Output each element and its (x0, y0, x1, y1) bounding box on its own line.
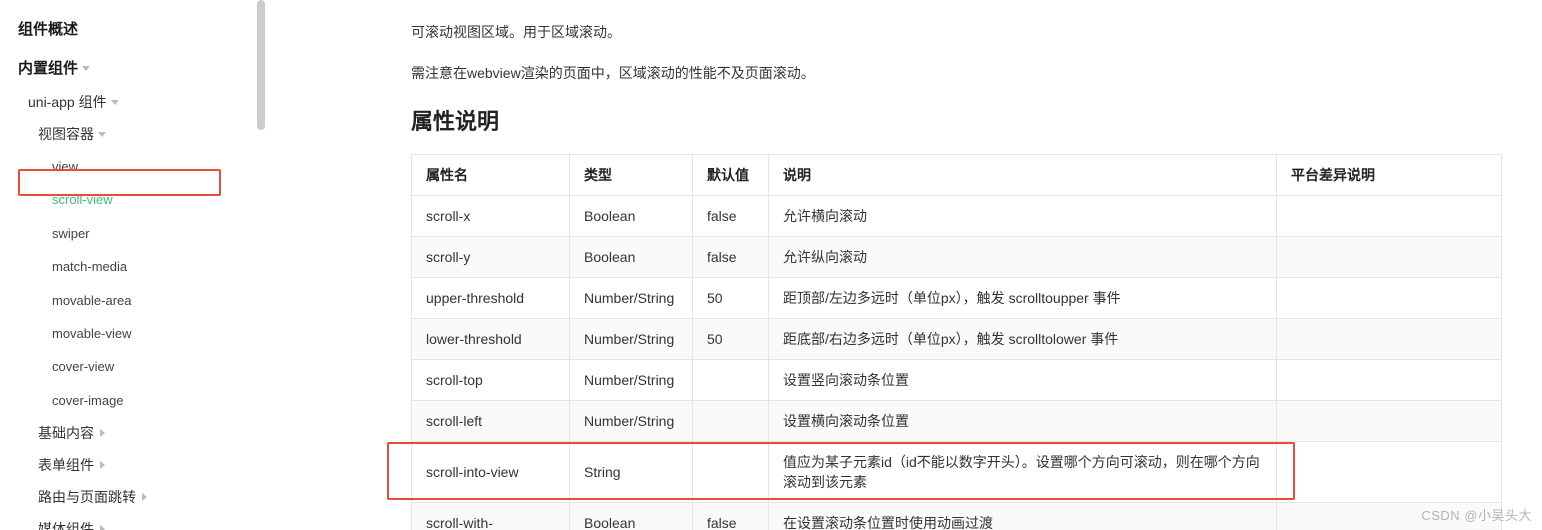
table-header-row: 属性名 类型 默认值 说明 平台差异说明 (412, 155, 1502, 196)
props-table: 属性名 类型 默认值 说明 平台差异说明 scroll-x Boolean fa… (411, 154, 1502, 530)
nav-item-swiper[interactable]: swiper (0, 217, 265, 250)
cell-name: upper-threshold (412, 278, 570, 319)
chevron-down-icon (82, 66, 90, 71)
cell-desc: 允许纵向滚动 (769, 237, 1277, 278)
sidebar-scrollbar[interactable] (257, 0, 265, 530)
table-row: scroll-x Boolean false 允许横向滚动 (412, 196, 1502, 237)
main-content: 可滚动视图区域。用于区域滚动。 需注意在webview渲染的页面中，区域滚动的性… (265, 0, 1542, 530)
cell-default (693, 360, 769, 401)
nav-group-uniapp[interactable]: uni-app 组件 (0, 86, 265, 118)
chevron-right-icon (100, 525, 105, 530)
cell-type: Boolean (570, 237, 693, 278)
cell-name: scroll-with- (412, 503, 570, 530)
cell-desc: 设置竖向滚动条位置 (769, 360, 1277, 401)
cell-platform (1277, 237, 1502, 278)
cell-name: lower-threshold (412, 319, 570, 360)
nav-group-basic[interactable]: 基础内容 (0, 417, 265, 449)
cell-platform (1277, 360, 1502, 401)
chevron-right-icon (100, 429, 105, 437)
nav-item-movable-view[interactable]: movable-view (0, 317, 265, 350)
cell-name: scroll-top (412, 360, 570, 401)
table-row: upper-threshold Number/String 50 距顶部/左边多… (412, 278, 1502, 319)
cell-desc: 在设置滚动条位置时使用动画过渡 (769, 503, 1277, 530)
th-type: 类型 (570, 155, 693, 196)
cell-default: 50 (693, 278, 769, 319)
nav-group-basic-label: 基础内容 (38, 423, 94, 443)
cell-platform (1277, 196, 1502, 237)
cell-type: Number/String (570, 278, 693, 319)
cell-desc: 距底部/右边多远时（单位px），触发 scrolltolower 事件 (769, 319, 1277, 360)
cell-name: scroll-x (412, 196, 570, 237)
cell-default: false (693, 503, 769, 530)
cell-type: Number/String (570, 360, 693, 401)
cell-name: scroll-left (412, 401, 570, 442)
nav-builtin-heading[interactable]: 内置组件 (0, 49, 265, 86)
sidebar: 组件概述 内置组件 uni-app 组件 视图容器 view scroll-vi… (0, 0, 265, 530)
cell-default: false (693, 237, 769, 278)
nav-group-form-label: 表单组件 (38, 455, 94, 475)
table-row: scroll-into-view String 值应为某子元素id（id不能以数… (412, 442, 1502, 503)
props-heading: 属性说明 (411, 104, 1502, 136)
nav-group-view-container-label: 视图容器 (38, 124, 94, 144)
cell-default (693, 401, 769, 442)
cell-platform (1277, 442, 1502, 503)
chevron-right-icon (100, 461, 105, 469)
th-platform: 平台差异说明 (1277, 155, 1502, 196)
cell-desc: 设置横向滚动条位置 (769, 401, 1277, 442)
cell-type: String (570, 442, 693, 503)
cell-desc: 允许横向滚动 (769, 196, 1277, 237)
nav-group-media[interactable]: 媒体组件 (0, 513, 265, 530)
nav-item-match-media[interactable]: match-media (0, 250, 265, 283)
nav-group-route-label: 路由与页面跳转 (38, 487, 136, 507)
nav-group-media-label: 媒体组件 (38, 519, 94, 530)
nav-builtin-label: 内置组件 (18, 57, 78, 78)
table-row: scroll-top Number/String 设置竖向滚动条位置 (412, 360, 1502, 401)
intro-paragraph-2: 需注意在webview渲染的页面中，区域滚动的性能不及页面滚动。 (411, 61, 1502, 86)
nav-item-cover-view[interactable]: cover-view (0, 350, 265, 383)
cell-default: 50 (693, 319, 769, 360)
th-default: 默认值 (693, 155, 769, 196)
cell-platform (1277, 319, 1502, 360)
nav-group-view-container[interactable]: 视图容器 (0, 118, 265, 150)
th-desc: 说明 (769, 155, 1277, 196)
nav-overview[interactable]: 组件概述 (0, 12, 265, 49)
chevron-right-icon (142, 493, 147, 501)
chevron-down-icon (98, 132, 106, 137)
cell-type: Number/String (570, 319, 693, 360)
cell-platform (1277, 401, 1502, 442)
table-row: lower-threshold Number/String 50 距底部/右边多… (412, 319, 1502, 360)
cell-platform (1277, 278, 1502, 319)
nav-item-scroll-view[interactable]: scroll-view (0, 183, 265, 216)
cell-type: Number/String (570, 401, 693, 442)
table-row: scroll-left Number/String 设置横向滚动条位置 (412, 401, 1502, 442)
watermark: CSDN @小吴头大 (1421, 505, 1532, 524)
cell-default (693, 442, 769, 503)
nav-group-uniapp-label: uni-app 组件 (28, 92, 107, 112)
nav-item-cover-image[interactable]: cover-image (0, 384, 265, 417)
nav-group-form[interactable]: 表单组件 (0, 449, 265, 481)
cell-name: scroll-into-view (412, 442, 570, 503)
intro-paragraph-1: 可滚动视图区域。用于区域滚动。 (411, 20, 1502, 45)
cell-type: Boolean (570, 196, 693, 237)
table-row: scroll-with- Boolean false 在设置滚动条位置时使用动画… (412, 503, 1502, 530)
cell-name: scroll-y (412, 237, 570, 278)
table-row: scroll-y Boolean false 允许纵向滚动 (412, 237, 1502, 278)
cell-type: Boolean (570, 503, 693, 530)
cell-desc: 值应为某子元素id（id不能以数字开头）。设置哪个方向可滚动，则在哪个方向滚动到… (769, 442, 1277, 503)
sidebar-scrollbar-thumb[interactable] (257, 0, 265, 130)
th-name: 属性名 (412, 155, 570, 196)
nav-group-route[interactable]: 路由与页面跳转 (0, 481, 265, 513)
nav-item-movable-area[interactable]: movable-area (0, 284, 265, 317)
chevron-down-icon (111, 100, 119, 105)
nav-item-view[interactable]: view (0, 150, 265, 183)
cell-default: false (693, 196, 769, 237)
cell-desc: 距顶部/左边多远时（单位px），触发 scrolltoupper 事件 (769, 278, 1277, 319)
